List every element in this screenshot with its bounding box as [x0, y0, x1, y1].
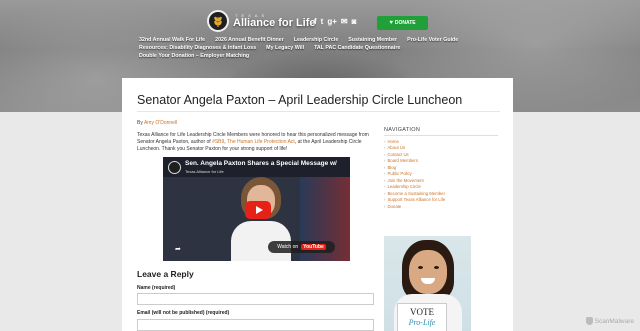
watch-on-label: Watch on	[277, 244, 299, 250]
facebook-icon[interactable]: f	[314, 17, 317, 27]
sidebar-link[interactable]: Become a Sustaining Member	[387, 191, 445, 196]
video-channel: Texas Alliance for Life	[185, 169, 224, 174]
byline-prefix: By	[137, 120, 143, 126]
scanmalware-watermark: ScanMalware	[585, 317, 634, 325]
twitter-icon[interactable]: t	[321, 17, 324, 27]
name-label: Name (required)	[137, 285, 176, 291]
sidebar-link[interactable]: Blog	[387, 165, 396, 170]
social-links: f t g+ ✉ ◙	[314, 17, 356, 27]
sidebar-item-donate: Donate	[384, 204, 445, 210]
email-label: Email (will not be published) (required)	[137, 310, 230, 316]
sidebar-nav: Home About Us Contact Us Board Members B…	[384, 139, 445, 210]
nav-item-double-donation[interactable]: Double Your Donation – Employer Matching	[139, 52, 249, 60]
heart-icon: ♥	[389, 20, 393, 26]
video-title[interactable]: Sen. Angela Paxton Shares a Special Mess…	[185, 160, 337, 167]
nav-item-pac-questionnaire[interactable]: TAL PAC Candidate Questionnaire	[314, 44, 400, 52]
sidebar-link[interactable]: Contact Us	[387, 152, 408, 157]
google-plus-icon[interactable]: g+	[327, 17, 337, 27]
site-logo[interactable]: TEXAS Alliance for Life	[207, 10, 316, 32]
donate-label: DONATE	[394, 20, 416, 26]
email-field[interactable]	[137, 319, 374, 331]
wheat-icon	[214, 16, 222, 27]
post-byline: By Amy O'Donnell	[137, 120, 177, 126]
video-embed[interactable]: Sen. Angela Paxton Shares a Special Mess…	[163, 157, 350, 261]
nav-item-voter-guide[interactable]: Pro-Life Voter Guide	[407, 36, 458, 44]
ad-pro-life-text: Pro-Life	[408, 318, 436, 327]
instagram-icon[interactable]: ◙	[352, 17, 357, 27]
channel-avatar[interactable]	[168, 161, 181, 174]
nav-item-sustaining-member[interactable]: Sustaining Member	[348, 36, 397, 44]
reply-heading: Leave a Reply	[137, 269, 194, 279]
human-life-act-link[interactable]: The Human Life Protection Act	[227, 139, 295, 145]
sidebar-link[interactable]: Public Policy	[387, 171, 411, 176]
content-card: Senator Angela Paxton – April Leadership…	[122, 78, 513, 331]
title-divider	[137, 111, 500, 112]
watermark-text: ScanMalware	[594, 317, 634, 325]
vote-pro-life-banner[interactable]: VOTE Pro-Life	[384, 236, 471, 331]
sidebar-link[interactable]: Leadership Circle	[387, 184, 420, 189]
shield-icon	[585, 317, 593, 325]
youtube-logo: YouTube	[301, 244, 326, 250]
vote-sign: VOTE Pro-Life	[397, 303, 447, 331]
post-body: Texas Alliance for Life Leadership Circl…	[137, 132, 377, 153]
name-field[interactable]	[137, 293, 374, 305]
ad-vote-text: VOTE	[410, 307, 434, 317]
email-icon[interactable]: ✉	[341, 17, 348, 27]
share-icon[interactable]: ➦	[175, 245, 181, 253]
sidebar-link[interactable]: Board Members	[387, 158, 418, 163]
nav-item-walk-for-life[interactable]: 32nd Annual Walk For Life	[139, 36, 205, 44]
sb9-link[interactable]: #SB9	[212, 139, 224, 145]
nav-item-leadership-circle[interactable]: Leadership Circle	[294, 36, 338, 44]
nav-row: Double Your Donation – Employer Matching	[139, 52, 479, 60]
sidebar-heading: NAVIGATION	[384, 127, 421, 133]
sidebar-link[interactable]: Donate	[387, 204, 401, 209]
donate-button[interactable]: ♥ DONATE	[377, 16, 428, 30]
author-link[interactable]: Amy O'Donnell	[144, 120, 177, 126]
nav-item-resources[interactable]: Resources: Disability Diagnoses & Infant…	[139, 44, 256, 52]
logo-emblem-icon	[207, 10, 229, 32]
sidebar-link[interactable]: Support Texas Alliance for Life	[387, 197, 445, 202]
main-navigation: 32nd Annual Walk For Life 2026 Annual Be…	[139, 36, 479, 60]
sidebar-link[interactable]: About Us	[387, 145, 405, 150]
nav-item-legacy-will[interactable]: My Legacy Will	[266, 44, 304, 52]
nav-row: 32nd Annual Walk For Life 2026 Annual Be…	[139, 36, 479, 44]
watch-on-youtube-button[interactable]: Watch on YouTube	[268, 241, 335, 253]
nav-item-benefit-dinner[interactable]: 2026 Annual Benefit Dinner	[215, 36, 284, 44]
sidebar-link[interactable]: Home	[387, 139, 398, 144]
nav-row: Resources: Disability Diagnoses & Infant…	[139, 44, 479, 52]
sidebar-link[interactable]: Join the Movement	[387, 178, 423, 183]
logo-name: Alliance for Life	[233, 16, 316, 29]
page-title: Senator Angela Paxton – April Leadership…	[137, 93, 463, 107]
play-button[interactable]	[245, 201, 271, 219]
sidebar-divider	[384, 135, 498, 136]
